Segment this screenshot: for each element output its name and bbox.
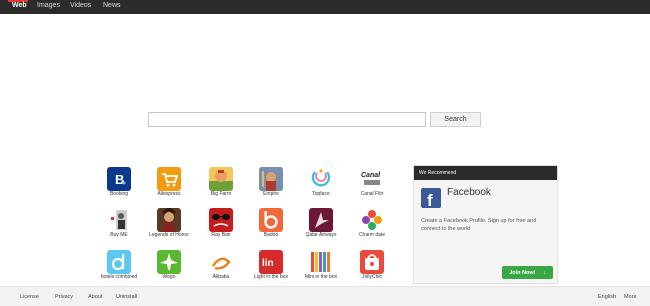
- download-arrow-icon: ↓: [543, 269, 546, 276]
- tile-charm-date[interactable]: Charm date: [347, 208, 397, 248]
- footer-link-about[interactable]: About: [88, 294, 102, 300]
- more-link[interactable]: More: [624, 294, 637, 300]
- join-now-button[interactable]: Join Now! ↓: [502, 266, 553, 279]
- empire-icon: [259, 167, 283, 191]
- search-button[interactable]: Search: [430, 112, 481, 127]
- join-now-label: Join Now!: [509, 269, 536, 276]
- tile-label: Charm date: [358, 232, 386, 238]
- buyme-icon: [107, 208, 131, 232]
- tab-web[interactable]: Web: [12, 2, 27, 9]
- tile-hotels-combined[interactable]: hotels combined: [94, 250, 144, 290]
- svg-text:lin: lin: [262, 258, 274, 269]
- tile-alibaba[interactable]: Alibaba: [196, 250, 246, 290]
- search-input[interactable]: [148, 112, 426, 127]
- ray-ban-icon: [209, 208, 233, 232]
- svg-text:f: f: [427, 191, 433, 208]
- tile-canal-flirt[interactable]: Canal Canal Flirt: [347, 167, 397, 207]
- tile-big-farm[interactable]: Big Farm: [196, 167, 246, 207]
- mini-in-the-box-icon: [309, 250, 333, 274]
- tile-topface[interactable]: Topface: [296, 167, 346, 207]
- tile-label: JollyChic: [361, 274, 382, 280]
- legends-of-honor-icon: [157, 208, 181, 232]
- footer-link-privacy[interactable]: Privacy: [55, 294, 73, 300]
- tile-qatar-airways[interactable]: Qatar Airways: [296, 208, 346, 248]
- tile-legends-of-honor[interactable]: Legends of Honor: [144, 208, 194, 248]
- new-tab-page: Web Images Videos News Search B Booking …: [0, 0, 650, 306]
- tile-label: Canal Flirt: [360, 191, 384, 197]
- tile-buyme[interactable]: Buy ME: [94, 208, 144, 248]
- language-selector[interactable]: English: [598, 294, 616, 300]
- tab-images[interactable]: Images: [37, 2, 60, 9]
- charm-date-icon: [360, 208, 384, 232]
- tile-aliexpress[interactable]: Aliexpress: [144, 167, 194, 207]
- tile-jollychic[interactable]: JollyChic: [347, 250, 397, 290]
- light-in-the-box-icon: lin: [259, 250, 283, 274]
- recommend-title[interactable]: Facebook: [447, 187, 491, 198]
- tab-news[interactable]: News: [103, 2, 121, 9]
- facebook-icon[interactable]: f: [421, 188, 441, 210]
- aliexpress-cart-icon: [157, 167, 181, 191]
- tile-light-in-the-box[interactable]: lin Light in the box: [246, 250, 296, 290]
- tile-wego[interactable]: Wego: [144, 250, 194, 290]
- tile-empire[interactable]: Empire: [246, 167, 296, 207]
- top-nav-bar: Web Images Videos News: [0, 0, 650, 14]
- recommend-panel: We Recommend f Facebook Create a Faceboo…: [413, 165, 558, 284]
- svg-text:Canal: Canal: [361, 172, 381, 179]
- tile-booking[interactable]: B Booking: [94, 167, 144, 207]
- tile-badoo[interactable]: Badoo: [246, 208, 296, 248]
- hotels-combined-icon: [107, 250, 131, 274]
- recommend-description: Create a Facebook Profile. Sign up for f…: [421, 218, 537, 232]
- qatar-airways-icon: [309, 208, 333, 232]
- topface-icon: [309, 167, 333, 191]
- footer-link-uninstall[interactable]: Uninstall: [116, 294, 137, 300]
- footer: License Privacy About Uninstall English …: [0, 286, 650, 306]
- badoo-icon: [259, 208, 283, 232]
- footer-link-license[interactable]: License: [20, 294, 39, 300]
- recommend-header: We Recommend: [414, 166, 557, 180]
- svg-text:B: B: [115, 172, 124, 187]
- wego-plane-icon: [157, 250, 181, 274]
- tab-videos[interactable]: Videos: [70, 2, 91, 9]
- tile-mini-in-the-box[interactable]: Mini in the box: [296, 250, 346, 290]
- big-farm-icon: [209, 167, 233, 191]
- tile-ray-ban[interactable]: Ray Ban: [196, 208, 246, 248]
- booking-icon: B: [107, 167, 131, 191]
- jollychic-icon: [360, 250, 384, 274]
- canal-flirt-icon: Canal: [360, 167, 384, 191]
- alibaba-icon: [209, 250, 233, 274]
